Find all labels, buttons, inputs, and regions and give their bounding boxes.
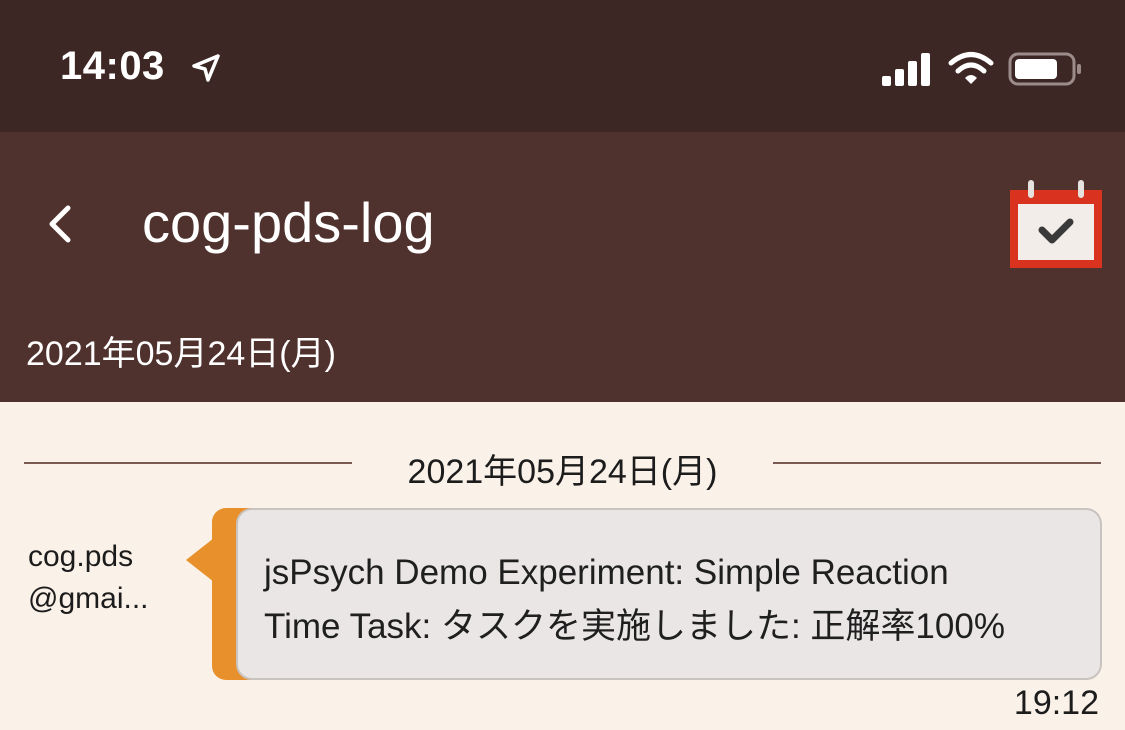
location-arrow-icon [192,54,220,82]
calendar-check-icon[interactable] [1008,180,1104,270]
date-divider: 2021年05月24日(月) [24,438,1101,491]
header-date: 2021年05月24日(月) [26,335,336,373]
message-sender: cog.pds @gmai... [28,536,148,620]
status-bar: 14:03 [0,0,1125,132]
divider-line-right [773,462,1101,464]
bubble-body: jsPsych Demo Experiment: Simple Reaction… [236,508,1102,680]
status-time: 14:03 [60,44,165,88]
message-time: 19:12 [1013,684,1099,722]
page-title: cog-pds-log [142,191,435,254]
message-bubble[interactable]: jsPsych Demo Experiment: Simple Reaction… [186,508,1102,680]
bubble-pointer [186,538,214,582]
battery-icon [1008,52,1081,86]
chevron-left-icon[interactable] [40,202,84,246]
wifi-icon [948,52,994,84]
cellular-signal-icon [882,53,930,86]
message-text: jsPsych Demo Experiment: Simple Reaction… [264,546,1084,654]
sender-line-2: @gmai... [28,582,149,615]
header-bar: cog-pds-log 2021年05月24日(月) [0,132,1125,402]
sender-line-1: cog.pds [28,540,134,573]
divider-date: 2021年05月24日(月) [407,453,718,491]
message-text-line-2: Time Task: タスクを実施しました: 正解率100% [264,607,1005,646]
message-text-line-1: jsPsych Demo Experiment: Simple Reaction [264,553,949,592]
